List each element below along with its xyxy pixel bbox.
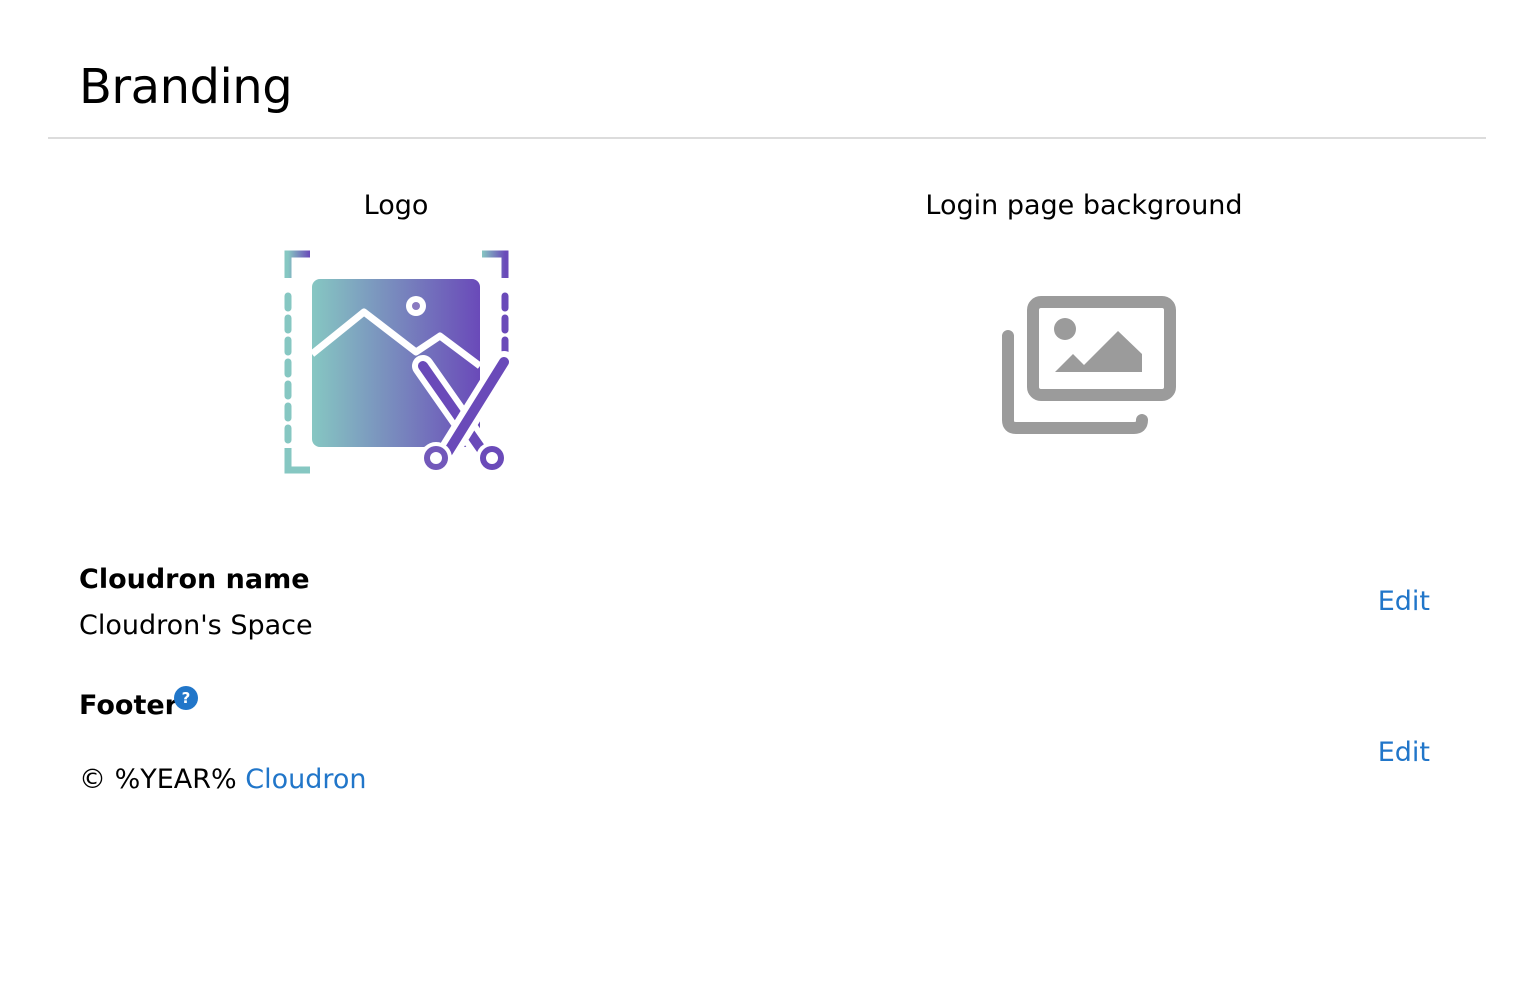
cloudron-name-value: Cloudron's Space (79, 610, 313, 641)
login-background-label: Login page background (925, 190, 1243, 221)
footer-label: Footer (79, 690, 178, 721)
login-background-picker[interactable] (994, 292, 1176, 434)
logo-label: Logo (363, 190, 429, 221)
branding-page: Branding Logo Login page background Clou… (0, 0, 1534, 996)
footer-text: © %YEAR% (79, 764, 237, 795)
edit-footer-link[interactable]: Edit (1378, 735, 1430, 771)
title-divider (48, 137, 1486, 139)
cloudron-name-label: Cloudron name (79, 564, 310, 595)
footer-cloudron-link[interactable]: Cloudron (245, 764, 366, 795)
footer-value: © %YEAR% Cloudron (79, 762, 367, 798)
page-title: Branding (79, 59, 293, 115)
images-icon (1002, 296, 1176, 434)
question-circle-icon[interactable]: ? (174, 686, 198, 710)
edit-cloudron-name-link[interactable]: Edit (1378, 584, 1430, 620)
logo-picker[interactable] (280, 248, 515, 480)
image-edit-icon (284, 250, 515, 474)
